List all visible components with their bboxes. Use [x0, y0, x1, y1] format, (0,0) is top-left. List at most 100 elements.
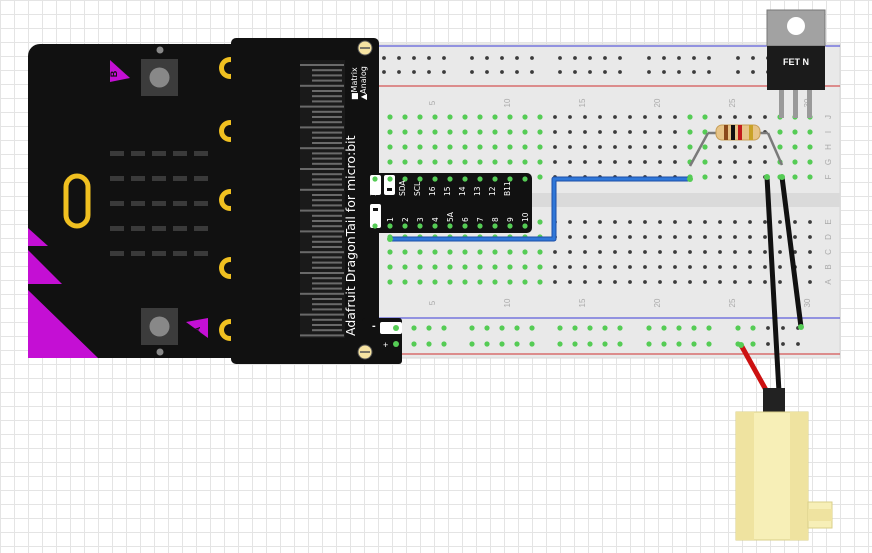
breadboard-hole	[733, 235, 737, 239]
breadboard-hole	[598, 265, 602, 269]
breadboard-hole	[387, 159, 393, 165]
microbit-mount-hole	[156, 46, 164, 54]
breadboard-hole	[673, 145, 677, 149]
pin-label-bottom: 0	[371, 217, 380, 222]
rail-hole	[676, 341, 682, 347]
header-pin	[507, 176, 513, 182]
breadboard-hole	[748, 265, 752, 269]
breadboard-hole	[702, 159, 708, 165]
breadboard-hole	[402, 264, 408, 270]
led	[173, 176, 187, 181]
rail-hole	[796, 342, 800, 346]
row-letter: A	[824, 279, 833, 285]
breadboard-hole	[447, 159, 453, 165]
breadboard-hole	[492, 159, 498, 165]
breadboard-hole	[808, 280, 812, 284]
breadboard-hole	[522, 279, 528, 285]
breadboard-hole	[462, 114, 468, 120]
rail-hole	[485, 56, 489, 60]
mosfet-source-leg	[807, 90, 812, 118]
breadboard-hole	[718, 145, 722, 149]
button-a-cap[interactable]	[149, 316, 170, 337]
breadboard-hole	[537, 219, 543, 225]
rail-hole	[750, 325, 756, 331]
breadboard-hole	[568, 220, 572, 224]
dragontail-board-label: Adafruit DragonTail for micro:bit	[343, 135, 358, 336]
breadboard-hole	[718, 265, 722, 269]
led	[173, 251, 187, 256]
header-pin	[477, 176, 483, 182]
header-pin	[522, 223, 528, 229]
breadboard-hole	[568, 235, 572, 239]
breadboard-hole	[598, 130, 602, 134]
header-pin	[492, 176, 498, 182]
breadboard-hole	[658, 130, 662, 134]
breadboard-hole	[807, 174, 813, 180]
breadboard-hole	[807, 144, 813, 150]
header-pin	[417, 223, 423, 229]
breadboard-hole	[477, 264, 483, 270]
breadboard-hole	[492, 129, 498, 135]
breadboard-hole	[702, 144, 708, 150]
breadboard-hole	[643, 130, 647, 134]
breadboard-hole	[583, 235, 587, 239]
rail-hole	[426, 325, 432, 331]
pin-label-top: 3V	[369, 185, 378, 196]
breadboard-hole	[613, 280, 617, 284]
rail-hole	[529, 325, 535, 331]
button-b-label: B	[109, 70, 119, 77]
rail-hole	[411, 341, 417, 347]
rail-hole	[662, 70, 666, 74]
pin-label-top: 16	[428, 186, 437, 196]
breadboard-hole	[778, 250, 782, 254]
button-b-cap[interactable]	[149, 67, 170, 88]
rail-hole	[587, 341, 593, 347]
breadboard-hole	[718, 160, 722, 164]
breadboard-hole	[477, 249, 483, 255]
header-pin	[462, 176, 468, 182]
rail-hole	[530, 70, 534, 74]
led	[131, 151, 145, 156]
breadboard-hole	[537, 114, 543, 120]
breadboard-hole	[417, 249, 423, 255]
column-number: 20	[653, 298, 662, 307]
breadboard-hole	[763, 250, 767, 254]
breadboard-hole	[387, 129, 393, 135]
rail-hole	[500, 56, 504, 60]
breadboard-hole	[808, 265, 812, 269]
breadboard-hole	[553, 160, 557, 164]
rail-hole	[441, 325, 447, 331]
breadboard-hole	[432, 144, 438, 150]
breadboard-hole	[808, 250, 812, 254]
breadboard-hole	[492, 279, 498, 285]
rail-hole	[427, 56, 431, 60]
breadboard-hole	[748, 220, 752, 224]
breadboard-hole	[507, 159, 513, 165]
rail-hole	[427, 70, 431, 74]
header-pin	[372, 176, 378, 182]
breadboard-hole	[417, 264, 423, 270]
header-pin	[507, 223, 513, 229]
rail-hole	[397, 70, 401, 74]
breadboard-hole	[702, 174, 708, 180]
breadboard-hole	[387, 279, 393, 285]
led	[194, 201, 208, 206]
breadboard-hole	[748, 250, 752, 254]
breadboard-hole	[553, 130, 557, 134]
breadboard-hole	[688, 235, 692, 239]
led	[131, 176, 145, 181]
breadboard-hole	[778, 220, 782, 224]
rail-hole	[470, 56, 474, 60]
rail-hole	[558, 70, 562, 74]
rail-hole	[751, 56, 755, 60]
breadboard-hole	[613, 130, 617, 134]
rail-hole	[691, 325, 697, 331]
breadboard-hole	[792, 174, 798, 180]
row-letter: E	[824, 219, 833, 224]
breadboard-hole	[462, 249, 468, 255]
rail-hole	[469, 325, 475, 331]
breadboard-hole	[673, 250, 677, 254]
pin-label-bottom: 6	[461, 217, 470, 222]
breadboard-hole	[432, 114, 438, 120]
mosfet-drain-leg	[793, 90, 798, 118]
